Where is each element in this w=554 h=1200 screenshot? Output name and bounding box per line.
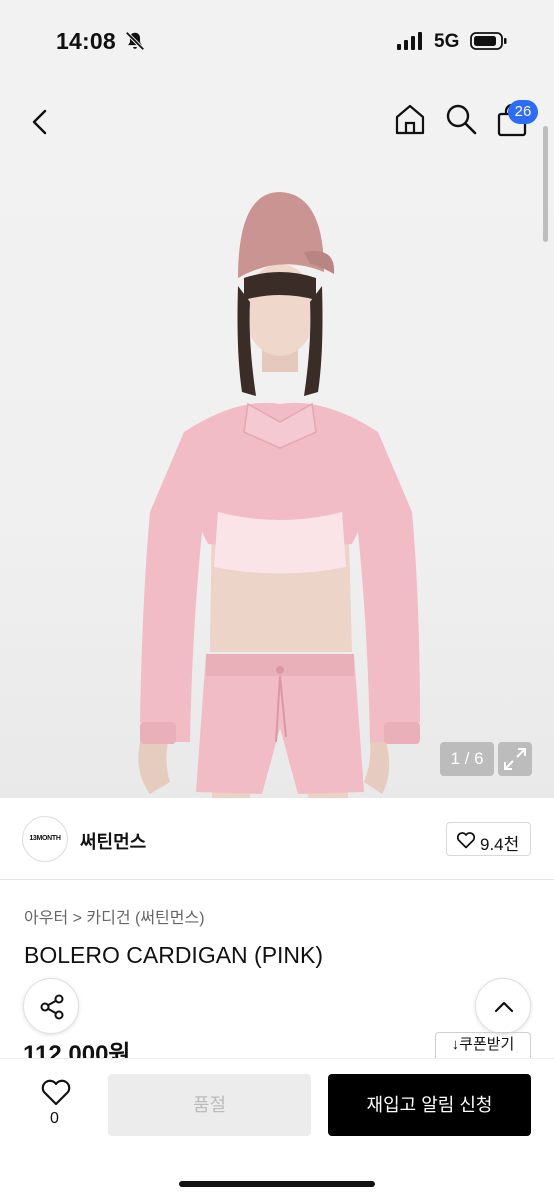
image-counter: 1 / 6 [440, 742, 494, 776]
brand-name[interactable]: 써틴먼스 [80, 828, 146, 854]
battery-icon [470, 32, 507, 50]
product-title: BOLERO CARDIGAN (PINK) [24, 942, 324, 968]
home-icon[interactable] [393, 102, 427, 136]
chevron-up-icon [494, 1001, 514, 1013]
status-bar: 14:08 5G [0, 0, 554, 82]
heart-icon[interactable] [40, 1077, 72, 1107]
status-time: 14:08 [56, 28, 116, 54]
cart-count-badge: 26 [508, 100, 538, 124]
share-icon [40, 994, 64, 1020]
brand-row: 13MONTH 써틴먼스 9.4천 [0, 798, 554, 880]
home-indicator [179, 1181, 375, 1187]
wish-count: 0 [50, 1110, 59, 1127]
product-price: 112,000원 [23, 1041, 131, 1058]
soldout-button: 품절 [108, 1074, 311, 1136]
scroll-top-button[interactable] [475, 978, 531, 1034]
share-button[interactable] [23, 978, 79, 1034]
bell-off-icon [125, 31, 145, 51]
cellular-signal-icon [397, 32, 422, 50]
search-icon[interactable] [444, 102, 478, 136]
bottom-action-bar: 0 품절 재입고 알림 신청 [0, 1058, 554, 1200]
brand-logo[interactable]: 13MONTH [22, 816, 68, 862]
product-photo [138, 192, 420, 798]
restock-alert-button[interactable]: 재입고 알림 신청 [328, 1074, 531, 1136]
scrollbar-thumb[interactable] [543, 126, 548, 242]
product-image-gallery[interactable]: 26 1 / 6 [0, 82, 554, 798]
back-icon[interactable] [24, 106, 56, 138]
brand-like-count: 9.4천 [480, 835, 520, 854]
heart-icon [456, 832, 476, 849]
coupon-button[interactable]: ↓쿠폰받기 [435, 1032, 531, 1058]
brand-like-button[interactable]: 9.4천 [446, 822, 531, 856]
network-label: 5G [434, 31, 460, 52]
expand-image-button[interactable] [498, 742, 532, 776]
category-breadcrumb[interactable]: 아우터 > 카디건 (써틴먼스) [24, 904, 205, 928]
expand-icon [504, 748, 526, 770]
